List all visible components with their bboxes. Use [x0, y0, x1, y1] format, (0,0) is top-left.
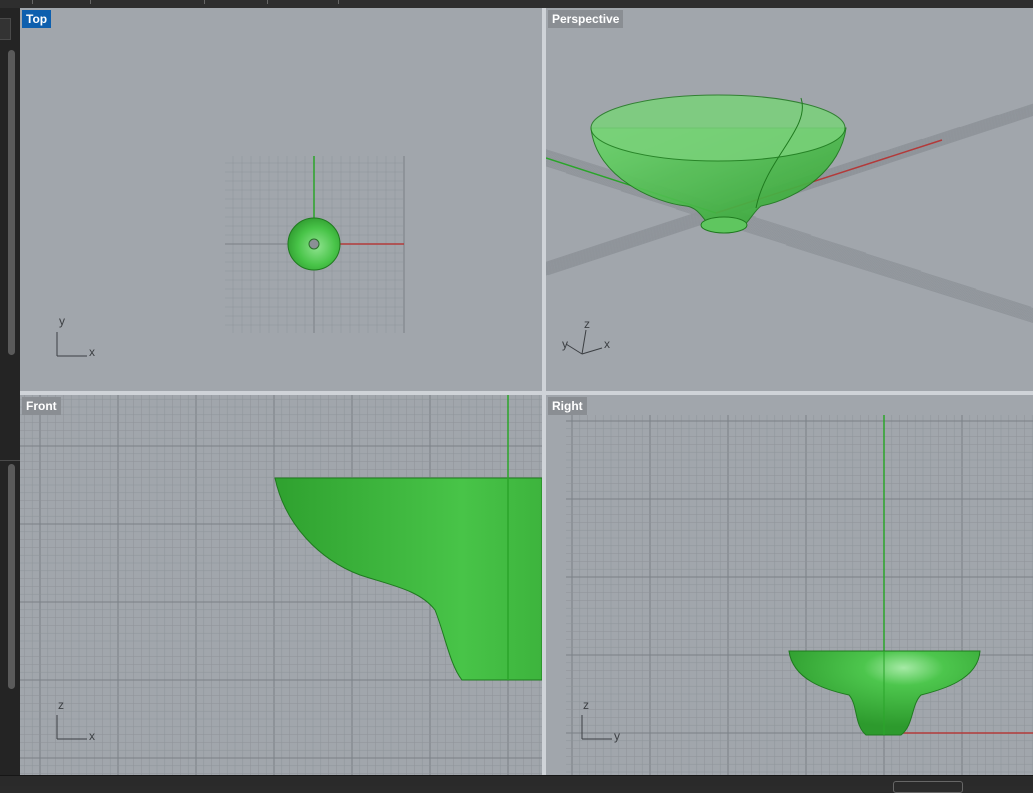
object-bowl-icon[interactable] [287, 217, 341, 271]
toolbar-divider [32, 0, 33, 4]
world-axis-icon [565, 329, 603, 355]
axis-label-x: x [604, 337, 610, 351]
status-toggle[interactable] [893, 781, 963, 793]
viewport-title-front[interactable]: Front [22, 397, 61, 415]
axis-label-y: y [562, 337, 568, 351]
viewport-title-top[interactable]: Top [22, 10, 52, 28]
object-bowl-icon[interactable] [274, 477, 542, 681]
panel-tab[interactable] [0, 18, 11, 40]
viewport-grid: y x Top z x y Perspective z x Front z y … [20, 8, 1033, 775]
axis-label-z: z [58, 698, 64, 712]
right-viewport-canvas[interactable] [546, 395, 1033, 775]
toolbar-divider [204, 0, 205, 4]
left-panel [0, 8, 21, 775]
viewport-title-right[interactable]: Right [548, 397, 587, 415]
construction-grid [566, 415, 1033, 775]
perspective-viewport[interactable]: z x y Perspective [546, 8, 1033, 391]
axis-label-x: x [89, 345, 95, 359]
perspective-grid [546, 103, 1033, 323]
front-viewport-canvas[interactable] [20, 395, 542, 775]
toolbar-divider [267, 0, 268, 4]
status-bar [0, 775, 1033, 793]
panel-divider [0, 460, 20, 461]
axis-label-z: z [584, 317, 590, 331]
top-viewport[interactable]: y x Top [20, 8, 542, 391]
object-bowl-icon[interactable] [590, 94, 847, 234]
toolbar-divider [90, 0, 91, 4]
perspective-viewport-canvas[interactable] [546, 8, 1033, 391]
axis-label-y: y [614, 729, 620, 743]
panel-scrollbar-lower[interactable] [8, 464, 15, 689]
viewport-title-perspective[interactable]: Perspective [548, 10, 624, 28]
right-viewport[interactable]: z y Right [546, 395, 1033, 775]
toolbar-divider [338, 0, 339, 4]
top-viewport-canvas[interactable] [20, 8, 542, 391]
world-axis-icon [56, 332, 87, 357]
axis-label-y: y [59, 314, 65, 328]
panel-scrollbar[interactable] [8, 50, 15, 355]
world-axis-icon [581, 715, 612, 740]
axis-label-z: z [583, 698, 589, 712]
front-viewport[interactable]: z x Front [20, 395, 542, 775]
axis-label-x: x [89, 729, 95, 743]
